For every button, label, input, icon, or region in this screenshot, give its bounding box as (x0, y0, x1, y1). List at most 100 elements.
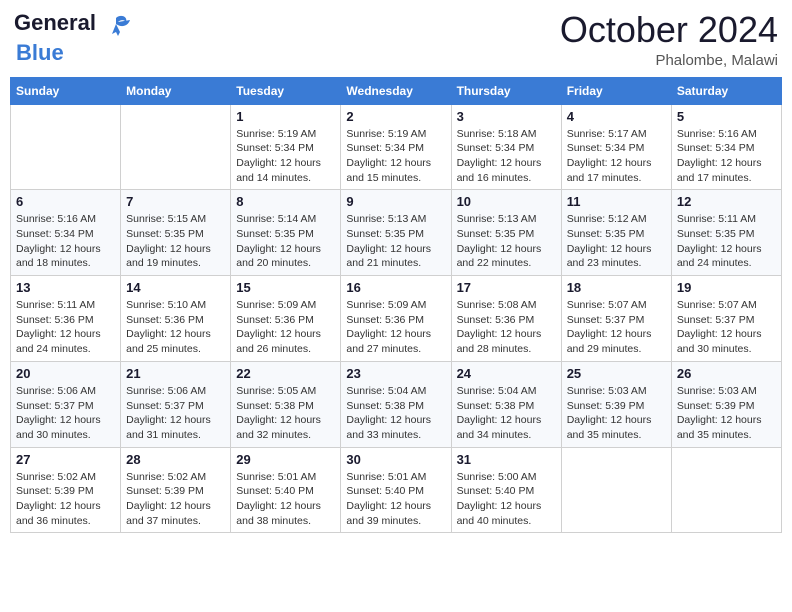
week-row-1: 1 Sunrise: 5:19 AMSunset: 5:34 PMDaylight… (11, 104, 782, 190)
calendar-cell: 17 Sunrise: 5:08 AMSunset: 5:36 PMDayligh… (451, 276, 561, 362)
day-number: 16 (346, 280, 445, 295)
calendar-cell: 31Sunrise: 5:00 AMSunset: 5:40 PMDayligh… (451, 447, 561, 533)
day-info: Sunrise: 5:12 AMSunset: 5:35 PMDaylight:… (567, 212, 666, 271)
calendar-cell: 2 Sunrise: 5:19 AMSunset: 5:34 PMDaylight… (341, 104, 451, 190)
calendar-cell: 26 Sunrise: 5:03 AMSunset: 5:39 PMDayligh… (671, 361, 781, 447)
day-number: 26 (677, 366, 776, 381)
header-saturday: Saturday (671, 77, 781, 104)
day-number: 1 (236, 109, 335, 124)
day-info: Sunrise: 5:04 AMSunset: 5:38 PMDaylight:… (346, 384, 445, 443)
calendar-cell: 14Sunrise: 5:10 AMSunset: 5:36 PMDayligh… (121, 276, 231, 362)
calendar-cell: 29 Sunrise: 5:01 AMSunset: 5:40 PMDayligh… (231, 447, 341, 533)
calendar-header-row: SundayMondayTuesdayWednesdayThursdayFrid… (11, 77, 782, 104)
calendar-cell (121, 104, 231, 190)
day-info: Sunrise: 5:03 AMSunset: 5:39 PMDaylight:… (567, 384, 666, 443)
day-number: 29 (236, 452, 335, 467)
day-info: Sunrise: 5:02 AMSunset: 5:39 PMDaylight:… (16, 470, 115, 529)
day-number: 2 (346, 109, 445, 124)
day-number: 6 (16, 194, 115, 209)
calendar-cell: 27Sunrise: 5:02 AMSunset: 5:39 PMDayligh… (11, 447, 121, 533)
calendar-cell (11, 104, 121, 190)
calendar-cell (671, 447, 781, 533)
day-number: 20 (16, 366, 115, 381)
calendar-cell: 5Sunrise: 5:16 AMSunset: 5:34 PMDaylight… (671, 104, 781, 190)
calendar-cell: 20 Sunrise: 5:06 AMSunset: 5:37 PMDayligh… (11, 361, 121, 447)
day-info: Sunrise: 5:03 AMSunset: 5:39 PMDaylight:… (677, 384, 776, 443)
logo: General Blue (14, 10, 130, 66)
header-wednesday: Wednesday (341, 77, 451, 104)
calendar-cell: 8 Sunrise: 5:14 AMSunset: 5:35 PMDaylight… (231, 190, 341, 276)
calendar-cell: 28Sunrise: 5:02 AMSunset: 5:39 PMDayligh… (121, 447, 231, 533)
day-info: Sunrise: 5:19 AMSunset: 5:34 PMDaylight:… (236, 127, 335, 186)
calendar-cell: 23 Sunrise: 5:04 AMSunset: 5:38 PMDayligh… (341, 361, 451, 447)
day-info: Sunrise: 5:15 AMSunset: 5:35 PMDaylight:… (126, 212, 225, 271)
day-number: 25 (567, 366, 666, 381)
day-number: 22 (236, 366, 335, 381)
header-monday: Monday (121, 77, 231, 104)
day-number: 19 (677, 280, 776, 295)
day-info: Sunrise: 5:16 AMSunset: 5:34 PMDaylight:… (16, 212, 115, 271)
day-number: 17 (457, 280, 556, 295)
day-info: Sunrise: 5:07 AMSunset: 5:37 PMDaylight:… (677, 298, 776, 357)
calendar-table: SundayMondayTuesdayWednesdayThursdayFrid… (10, 77, 782, 534)
day-number: 23 (346, 366, 445, 381)
day-info: Sunrise: 5:07 AMSunset: 5:37 PMDaylight:… (567, 298, 666, 357)
week-row-2: 6 Sunrise: 5:16 AMSunset: 5:34 PMDaylight… (11, 190, 782, 276)
day-info: Sunrise: 5:14 AMSunset: 5:35 PMDaylight:… (236, 212, 335, 271)
day-info: Sunrise: 5:06 AMSunset: 5:37 PMDaylight:… (16, 384, 115, 443)
day-number: 24 (457, 366, 556, 381)
month-title: October 2024 (560, 10, 778, 50)
week-row-5: 27Sunrise: 5:02 AMSunset: 5:39 PMDayligh… (11, 447, 782, 533)
day-info: Sunrise: 5:11 AMSunset: 5:36 PMDaylight:… (16, 298, 115, 357)
calendar-cell: 1 Sunrise: 5:19 AMSunset: 5:34 PMDaylight… (231, 104, 341, 190)
day-number: 11 (567, 194, 666, 209)
calendar-cell: 21 Sunrise: 5:06 AMSunset: 5:37 PMDayligh… (121, 361, 231, 447)
logo-general: General (14, 10, 96, 35)
day-info: Sunrise: 5:06 AMSunset: 5:37 PMDaylight:… (126, 384, 225, 443)
calendar-cell: 18Sunrise: 5:07 AMSunset: 5:37 PMDayligh… (561, 276, 671, 362)
day-info: Sunrise: 5:17 AMSunset: 5:34 PMDaylight:… (567, 127, 666, 186)
header-thursday: Thursday (451, 77, 561, 104)
header-tuesday: Tuesday (231, 77, 341, 104)
day-info: Sunrise: 5:10 AMSunset: 5:36 PMDaylight:… (126, 298, 225, 357)
day-info: Sunrise: 5:13 AMSunset: 5:35 PMDaylight:… (346, 212, 445, 271)
calendar-cell: 9 Sunrise: 5:13 AMSunset: 5:35 PMDaylight… (341, 190, 451, 276)
calendar-cell: 11 Sunrise: 5:12 AMSunset: 5:35 PMDayligh… (561, 190, 671, 276)
day-number: 15 (236, 280, 335, 295)
day-info: Sunrise: 5:11 AMSunset: 5:35 PMDaylight:… (677, 212, 776, 271)
day-info: Sunrise: 5:01 AMSunset: 5:40 PMDaylight:… (346, 470, 445, 529)
day-info: Sunrise: 5:19 AMSunset: 5:34 PMDaylight:… (346, 127, 445, 186)
day-info: Sunrise: 5:18 AMSunset: 5:34 PMDaylight:… (457, 127, 556, 186)
day-info: Sunrise: 5:01 AMSunset: 5:40 PMDaylight:… (236, 470, 335, 529)
day-info: Sunrise: 5:08 AMSunset: 5:36 PMDaylight:… (457, 298, 556, 357)
calendar-cell: 7 Sunrise: 5:15 AMSunset: 5:35 PMDaylight… (121, 190, 231, 276)
day-number: 12 (677, 194, 776, 209)
title-area: October 2024 Phalombe, Malawi (560, 10, 778, 69)
day-number: 30 (346, 452, 445, 467)
calendar-cell (561, 447, 671, 533)
calendar-cell: 22 Sunrise: 5:05 AMSunset: 5:38 PMDayligh… (231, 361, 341, 447)
calendar-cell: 13 Sunrise: 5:11 AMSunset: 5:36 PMDayligh… (11, 276, 121, 362)
day-number: 7 (126, 194, 225, 209)
calendar-cell: 4 Sunrise: 5:17 AMSunset: 5:34 PMDaylight… (561, 104, 671, 190)
day-number: 21 (126, 366, 225, 381)
location: Phalombe, Malawi (560, 52, 778, 69)
day-info: Sunrise: 5:13 AMSunset: 5:35 PMDaylight:… (457, 212, 556, 271)
week-row-3: 13 Sunrise: 5:11 AMSunset: 5:36 PMDayligh… (11, 276, 782, 362)
day-info: Sunrise: 5:05 AMSunset: 5:38 PMDaylight:… (236, 384, 335, 443)
day-info: Sunrise: 5:00 AMSunset: 5:40 PMDaylight:… (457, 470, 556, 529)
day-number: 9 (346, 194, 445, 209)
calendar-cell: 25 Sunrise: 5:03 AMSunset: 5:39 PMDayligh… (561, 361, 671, 447)
calendar-cell: 3Sunrise: 5:18 AMSunset: 5:34 PMDaylight… (451, 104, 561, 190)
week-row-4: 20 Sunrise: 5:06 AMSunset: 5:37 PMDayligh… (11, 361, 782, 447)
day-number: 10 (457, 194, 556, 209)
day-number: 5 (677, 109, 776, 124)
page-header: General Blue October 2024 Phalombe, Mala… (10, 10, 782, 69)
day-info: Sunrise: 5:04 AMSunset: 5:38 PMDaylight:… (457, 384, 556, 443)
day-number: 13 (16, 280, 115, 295)
header-sunday: Sunday (11, 77, 121, 104)
day-info: Sunrise: 5:09 AMSunset: 5:36 PMDaylight:… (346, 298, 445, 357)
calendar-cell: 24 Sunrise: 5:04 AMSunset: 5:38 PMDayligh… (451, 361, 561, 447)
day-number: 8 (236, 194, 335, 209)
day-number: 4 (567, 109, 666, 124)
